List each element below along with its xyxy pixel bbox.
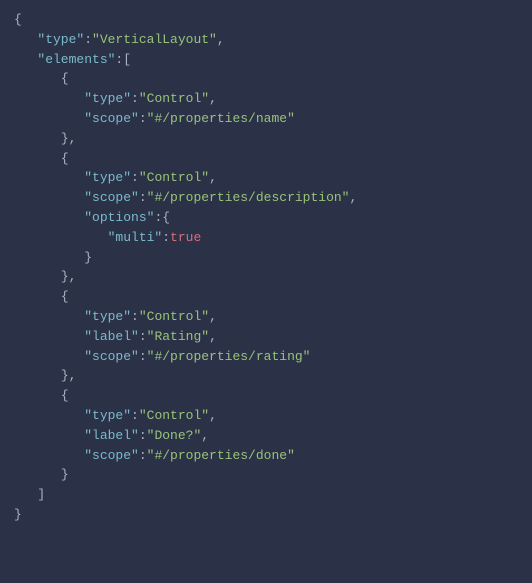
json-string: "Rating" xyxy=(147,329,209,344)
json-punct: }, xyxy=(61,131,77,146)
json-punct: : xyxy=(162,230,170,245)
json-code-block: { "type":"VerticalLayout", "elements":[ … xyxy=(0,0,532,535)
code-line: "label":"Rating", xyxy=(14,329,217,344)
code-line: "elements":[ xyxy=(14,52,131,67)
json-string: "Control" xyxy=(139,91,209,106)
json-punct: :[ xyxy=(115,52,131,67)
json-punct: , xyxy=(201,428,209,443)
code-line: "scope":"#/properties/rating" xyxy=(14,349,310,364)
json-string: "#/properties/name" xyxy=(147,111,295,126)
json-key: "type" xyxy=(84,309,131,324)
json-key: "elements" xyxy=(37,52,115,67)
json-key: "scope" xyxy=(84,190,139,205)
json-punct: : xyxy=(139,428,147,443)
code-line: } xyxy=(14,250,92,265)
code-line: { xyxy=(14,71,69,86)
json-punct: }, xyxy=(61,269,77,284)
code-line: ] xyxy=(14,487,45,502)
code-line: "multi":true xyxy=(14,230,201,245)
code-line: { xyxy=(14,388,69,403)
json-punct: , xyxy=(209,309,217,324)
json-punct: : xyxy=(84,32,92,47)
json-key: "label" xyxy=(84,428,139,443)
json-key: "scope" xyxy=(84,448,139,463)
json-punct: }, xyxy=(61,368,77,383)
json-key: "type" xyxy=(84,91,131,106)
json-key: "type" xyxy=(37,32,84,47)
json-key: "type" xyxy=(84,170,131,185)
code-line: }, xyxy=(14,269,76,284)
json-key: "scope" xyxy=(84,111,139,126)
json-punct: } xyxy=(14,507,22,522)
json-boolean: true xyxy=(170,230,201,245)
json-key: "options" xyxy=(84,210,154,225)
json-punct: : xyxy=(131,309,139,324)
code-line: "scope":"#/properties/description", xyxy=(14,190,357,205)
code-line: "scope":"#/properties/done" xyxy=(14,448,295,463)
json-punct: , xyxy=(209,170,217,185)
json-punct: { xyxy=(14,12,22,27)
json-string: "#/properties/done" xyxy=(147,448,295,463)
json-punct: : xyxy=(139,329,147,344)
json-punct: : xyxy=(139,190,147,205)
json-punct: : xyxy=(139,111,147,126)
json-string: "#/properties/description" xyxy=(147,190,350,205)
code-line: "options":{ xyxy=(14,210,170,225)
code-line: "type":"Control", xyxy=(14,408,217,423)
json-key: "label" xyxy=(84,329,139,344)
code-line: }, xyxy=(14,131,76,146)
json-key: "type" xyxy=(84,408,131,423)
json-punct: : xyxy=(131,91,139,106)
json-punct: , xyxy=(349,190,357,205)
json-punct: { xyxy=(61,388,69,403)
json-string: "#/properties/rating" xyxy=(147,349,311,364)
code-line: { xyxy=(14,289,69,304)
json-string: "Control" xyxy=(139,309,209,324)
json-punct: , xyxy=(209,91,217,106)
json-punct: { xyxy=(61,151,69,166)
json-punct: , xyxy=(217,32,225,47)
json-punct: { xyxy=(61,289,69,304)
code-line: "type":"Control", xyxy=(14,309,217,324)
json-key: "scope" xyxy=(84,349,139,364)
json-punct: , xyxy=(209,408,217,423)
code-line: } xyxy=(14,467,69,482)
code-line: "scope":"#/properties/name" xyxy=(14,111,295,126)
code-line: "type":"Control", xyxy=(14,170,217,185)
json-string: "Control" xyxy=(139,408,209,423)
json-string: "VerticalLayout" xyxy=(92,32,217,47)
json-punct: : xyxy=(131,170,139,185)
json-punct: { xyxy=(61,71,69,86)
code-line: } xyxy=(14,507,22,522)
code-line: }, xyxy=(14,368,76,383)
code-line: { xyxy=(14,12,22,27)
json-punct: } xyxy=(84,250,92,265)
code-line: "type":"Control", xyxy=(14,91,217,106)
json-key: "multi" xyxy=(108,230,163,245)
json-string: "Control" xyxy=(139,170,209,185)
json-punct: , xyxy=(209,329,217,344)
json-punct: ] xyxy=(37,487,45,502)
code-line: "type":"VerticalLayout", xyxy=(14,32,225,47)
json-punct: : xyxy=(139,349,147,364)
code-line: { xyxy=(14,151,69,166)
json-string: "Done?" xyxy=(147,428,202,443)
json-punct: :{ xyxy=(154,210,170,225)
json-punct: : xyxy=(139,448,147,463)
json-punct: : xyxy=(131,408,139,423)
json-punct: } xyxy=(61,467,69,482)
code-line: "label":"Done?", xyxy=(14,428,209,443)
